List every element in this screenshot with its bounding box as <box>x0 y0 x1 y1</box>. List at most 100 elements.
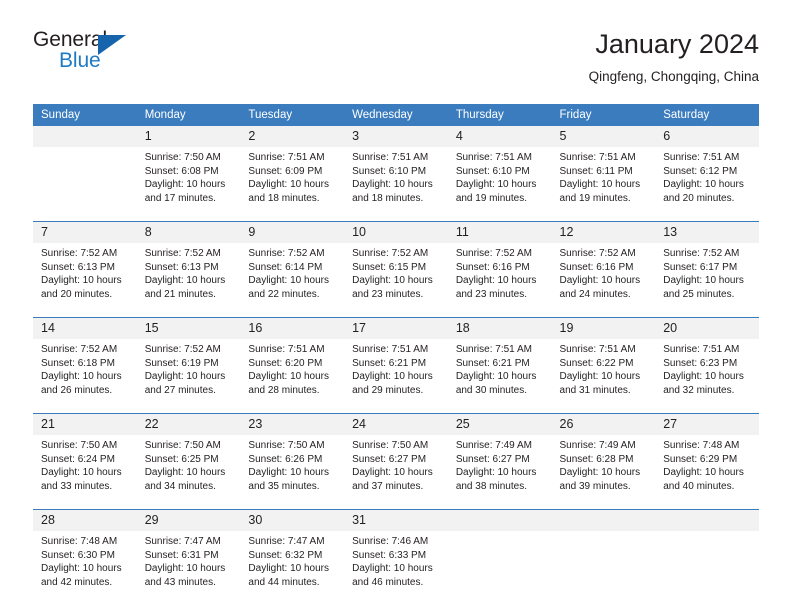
calendar-day-cell[interactable]: 31 Sunrise: 7:46 AM Sunset: 6:33 PM Dayl… <box>344 509 448 605</box>
sunrise-text: Sunrise: 7:50 AM <box>41 440 118 451</box>
daylight-text-line2: and 37 minutes. <box>352 480 424 492</box>
sunrise-text: Sunrise: 7:51 AM <box>455 344 532 355</box>
calendar-day-cell[interactable]: 28 Sunrise: 7:48 AM Sunset: 6:30 PM Dayl… <box>33 509 137 605</box>
daylight-text-line2: and 44 minutes. <box>248 576 320 588</box>
day-number: 10 <box>344 222 448 243</box>
calendar-day-cell[interactable] <box>33 126 137 222</box>
daylight-text-line2: and 20 minutes. <box>41 288 113 300</box>
daylight-text-line1: Daylight: 10 hours <box>663 275 744 287</box>
calendar-day-cell[interactable]: 12 Sunrise: 7:52 AM Sunset: 6:16 PM Dayl… <box>551 221 656 318</box>
calendar-day-cell[interactable]: 16 Sunrise: 7:51 AM Sunset: 6:20 PM Dayl… <box>240 317 345 414</box>
day-number: 7 <box>33 222 137 243</box>
daylight-text-line2: and 18 minutes. <box>248 192 320 204</box>
sunset-text: Sunset: 6:10 PM <box>352 165 427 177</box>
day-details <box>33 147 137 221</box>
daylight-text-line1: Daylight: 10 hours <box>144 563 226 575</box>
daylight-text-line2: and 26 minutes. <box>41 384 113 396</box>
general-blue-logo[interactable]: General Blue <box>33 28 153 78</box>
calendar-day-cell[interactable] <box>655 509 759 605</box>
daylight-text-line1: Daylight: 10 hours <box>352 179 433 191</box>
calendar-day-cell[interactable]: 18 Sunrise: 7:51 AM Sunset: 6:21 PM Dayl… <box>447 317 552 414</box>
sunrise-text: Sunrise: 7:52 AM <box>41 248 118 259</box>
daylight-text-line1: Daylight: 10 hours <box>248 467 330 479</box>
sunrise-text: Sunrise: 7:52 AM <box>352 248 429 259</box>
daylight-text-line2: and 29 minutes. <box>352 384 424 396</box>
sunrise-text: Sunrise: 7:48 AM <box>41 536 118 547</box>
daylight-text-line1: Daylight: 10 hours <box>248 371 330 383</box>
calendar-day-cell[interactable]: 6 Sunrise: 7:51 AM Sunset: 6:12 PM Dayli… <box>655 126 759 222</box>
sunset-text: Sunset: 6:14 PM <box>248 261 323 273</box>
page-header: General Blue January 2024 Qingfeng, Chon… <box>33 28 759 96</box>
sunrise-text: Sunrise: 7:51 AM <box>248 152 325 163</box>
day-details: Sunrise: 7:48 AM Sunset: 6:30 PM Dayligh… <box>33 531 137 605</box>
day-details: Sunrise: 7:51 AM Sunset: 6:12 PM Dayligh… <box>655 147 759 221</box>
day-details: Sunrise: 7:51 AM Sunset: 6:21 PM Dayligh… <box>448 339 552 413</box>
day-number: 21 <box>33 414 137 435</box>
calendar-day-cell[interactable]: 5 Sunrise: 7:51 AM Sunset: 6:11 PM Dayli… <box>551 126 656 222</box>
day-number: 1 <box>136 126 241 147</box>
calendar-day-cell[interactable]: 9 Sunrise: 7:52 AM Sunset: 6:14 PM Dayli… <box>240 221 345 318</box>
sunrise-text: Sunrise: 7:51 AM <box>248 344 325 355</box>
calendar-day-cell[interactable]: 4 Sunrise: 7:51 AM Sunset: 6:10 PM Dayli… <box>447 126 552 222</box>
day-number: 26 <box>551 414 656 435</box>
calendar-day-cell[interactable]: 29 Sunrise: 7:47 AM Sunset: 6:31 PM Dayl… <box>136 509 241 605</box>
calendar-day-cell[interactable]: 11 Sunrise: 7:52 AM Sunset: 6:16 PM Dayl… <box>447 221 552 318</box>
calendar-day-cell[interactable]: 30 Sunrise: 7:47 AM Sunset: 6:32 PM Dayl… <box>240 509 345 605</box>
day-details: Sunrise: 7:51 AM Sunset: 6:23 PM Dayligh… <box>655 339 759 413</box>
calendar-day-cell[interactable]: 17 Sunrise: 7:51 AM Sunset: 6:21 PM Dayl… <box>344 317 448 414</box>
page-title: January 2024 <box>595 29 759 59</box>
calendar-day-cell[interactable]: 24 Sunrise: 7:50 AM Sunset: 6:27 PM Dayl… <box>344 413 448 510</box>
sunset-text: Sunset: 6:27 PM <box>455 453 530 465</box>
day-number: 23 <box>240 414 345 435</box>
calendar-day-cell[interactable]: 1 Sunrise: 7:50 AM Sunset: 6:08 PM Dayli… <box>136 126 241 222</box>
calendar-week-row: 28 Sunrise: 7:48 AM Sunset: 6:30 PM Dayl… <box>33 509 759 605</box>
daylight-text-line1: Daylight: 10 hours <box>559 179 641 191</box>
sunset-text: Sunset: 6:16 PM <box>455 261 530 273</box>
day-details: Sunrise: 7:52 AM Sunset: 6:17 PM Dayligh… <box>655 243 759 317</box>
calendar-day-cell[interactable]: 26 Sunrise: 7:49 AM Sunset: 6:28 PM Dayl… <box>551 413 656 510</box>
daylight-text-line1: Daylight: 10 hours <box>144 179 226 191</box>
sunset-text: Sunset: 6:32 PM <box>248 549 323 561</box>
sunrise-text: Sunrise: 7:51 AM <box>455 152 532 163</box>
sunset-text: Sunset: 6:21 PM <box>352 357 427 369</box>
calendar-day-cell[interactable]: 10 Sunrise: 7:52 AM Sunset: 6:15 PM Dayl… <box>344 221 448 318</box>
sunrise-text: Sunrise: 7:52 AM <box>455 248 532 259</box>
day-details: Sunrise: 7:49 AM Sunset: 6:28 PM Dayligh… <box>552 435 656 509</box>
sunrise-text: Sunrise: 7:48 AM <box>663 440 740 451</box>
calendar-day-cell[interactable]: 14 Sunrise: 7:52 AM Sunset: 6:18 PM Dayl… <box>33 317 137 414</box>
calendar-day-cell[interactable]: 22 Sunrise: 7:50 AM Sunset: 6:25 PM Dayl… <box>136 413 241 510</box>
daylight-text-line2: and 43 minutes. <box>144 576 216 588</box>
calendar-day-cell[interactable]: 19 Sunrise: 7:51 AM Sunset: 6:22 PM Dayl… <box>551 317 656 414</box>
daylight-text-line1: Daylight: 10 hours <box>41 467 122 479</box>
calendar-day-cell[interactable] <box>447 509 552 605</box>
calendar-day-cell[interactable]: 23 Sunrise: 7:50 AM Sunset: 6:26 PM Dayl… <box>240 413 345 510</box>
sunset-text: Sunset: 6:20 PM <box>248 357 323 369</box>
calendar-day-cell[interactable]: 3 Sunrise: 7:51 AM Sunset: 6:10 PM Dayli… <box>344 126 448 222</box>
daylight-text-line2: and 31 minutes. <box>559 384 631 396</box>
calendar-day-cell[interactable]: 2 Sunrise: 7:51 AM Sunset: 6:09 PM Dayli… <box>240 126 345 222</box>
calendar-day-cell[interactable]: 13 Sunrise: 7:52 AM Sunset: 6:17 PM Dayl… <box>655 221 759 318</box>
calendar-day-cell[interactable]: 21 Sunrise: 7:50 AM Sunset: 6:24 PM Dayl… <box>33 413 137 510</box>
calendar-day-cell[interactable]: 8 Sunrise: 7:52 AM Sunset: 6:13 PM Dayli… <box>136 221 241 318</box>
calendar-week-row: 7 Sunrise: 7:52 AM Sunset: 6:13 PM Dayli… <box>33 221 759 318</box>
calendar-day-cell[interactable]: 7 Sunrise: 7:52 AM Sunset: 6:13 PM Dayli… <box>33 221 137 318</box>
calendar-day-cell[interactable]: 27 Sunrise: 7:48 AM Sunset: 6:29 PM Dayl… <box>655 413 759 510</box>
sunset-text: Sunset: 6:31 PM <box>144 549 219 561</box>
daylight-text-line1: Daylight: 10 hours <box>352 467 433 479</box>
calendar-day-cell[interactable]: 15 Sunrise: 7:52 AM Sunset: 6:19 PM Dayl… <box>136 317 241 414</box>
calendar-day-cell[interactable]: 25 Sunrise: 7:49 AM Sunset: 6:27 PM Dayl… <box>447 413 552 510</box>
daylight-text-line1: Daylight: 10 hours <box>455 371 537 383</box>
daylight-text-line2: and 34 minutes. <box>144 480 216 492</box>
day-number: 16 <box>240 318 345 339</box>
daylight-text-line2: and 19 minutes. <box>559 192 631 204</box>
day-details: Sunrise: 7:52 AM Sunset: 6:18 PM Dayligh… <box>33 339 137 413</box>
calendar-day-cell[interactable] <box>551 509 656 605</box>
sunrise-text: Sunrise: 7:50 AM <box>144 440 221 451</box>
daylight-text-line1: Daylight: 10 hours <box>248 179 330 191</box>
daylight-text-line2: and 23 minutes. <box>455 288 527 300</box>
day-details <box>448 531 552 605</box>
day-details: Sunrise: 7:50 AM Sunset: 6:08 PM Dayligh… <box>137 147 241 221</box>
day-number: 2 <box>240 126 345 147</box>
calendar-day-cell[interactable]: 20 Sunrise: 7:51 AM Sunset: 6:23 PM Dayl… <box>655 317 759 414</box>
day-details: Sunrise: 7:49 AM Sunset: 6:27 PM Dayligh… <box>448 435 552 509</box>
